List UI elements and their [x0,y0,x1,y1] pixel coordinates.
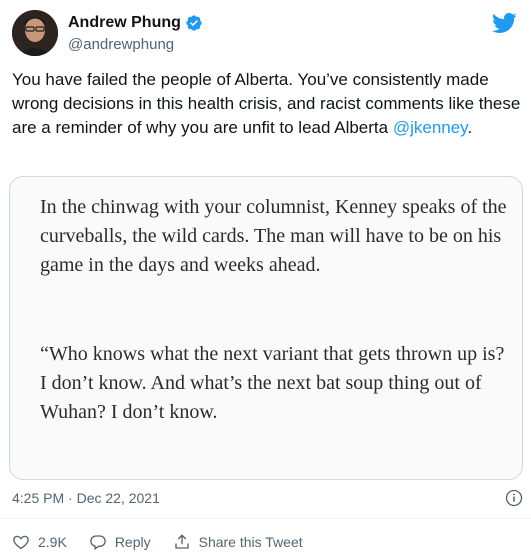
twitter-logo-icon[interactable] [491,10,517,36]
author-handle[interactable]: @andrewphung [68,36,174,53]
share-icon [174,534,189,549]
heart-icon [13,535,29,550]
reply-label: Reply [114,534,151,550]
author-name[interactable]: Andrew Phung [68,14,181,32]
like-button[interactable]: 2.9K [12,533,67,551]
mention-link[interactable]: @jkenney [393,118,468,137]
reply-icon [90,535,106,551]
attached-image[interactable]: In the chinwag with your columnist, Kenn… [9,176,523,480]
divider [0,518,531,519]
tweet-timestamp[interactable]: 4:25 PM · Dec 22, 2021 [12,490,160,506]
share-label: Share this Tweet [198,534,303,550]
info-icon[interactable] [505,489,523,507]
name-row: Andrew Phung [68,14,203,32]
avatar-image [12,10,58,56]
tweet-header: Andrew Phung @andrewphung [12,10,523,58]
action-bar: 2.9K Reply Share this Tweet [12,531,325,553]
tweet-text: You have failed the people of Alberta. Y… [12,68,522,140]
like-count: 2.9K [38,534,67,550]
image-text-paragraph-1: In the chinwag with your columnist, Kenn… [40,196,507,276]
share-button[interactable]: Share this Tweet [173,533,303,551]
image-text-paragraph-2: “Who knows what the next variant that ge… [40,343,505,423]
avatar[interactable] [12,10,58,56]
verified-badge-icon [186,15,202,31]
reply-button[interactable]: Reply [89,533,151,551]
tweet-punctuation: . [467,118,473,137]
